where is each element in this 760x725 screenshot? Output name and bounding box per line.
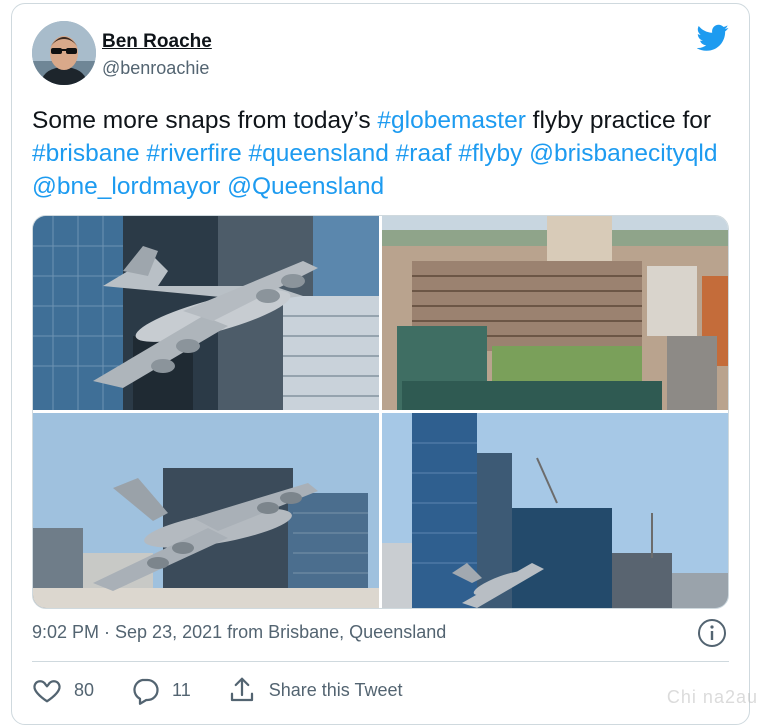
- tweet-card: Ben Roache @benroachie Some more snaps f…: [11, 3, 750, 725]
- hashtag-link[interactable]: #raaf: [396, 140, 452, 167]
- photo-2[interactable]: [382, 216, 728, 410]
- hashtag-link[interactable]: #globemaster: [377, 107, 525, 134]
- hashtag-link[interactable]: #brisbane: [32, 140, 140, 167]
- reply-bubble-icon: [133, 678, 159, 705]
- avatar[interactable]: [32, 21, 96, 85]
- share-upload-icon: [230, 677, 253, 702]
- tweet-text-segment: flyby practice for: [525, 107, 712, 134]
- tweet-timestamp[interactable]: 9:02 PM · Sep 23, 2021 from Brisbane, Qu…: [32, 622, 446, 643]
- divider: [32, 661, 729, 662]
- twitter-bird-icon[interactable]: [697, 24, 729, 52]
- photo-1[interactable]: [33, 216, 379, 410]
- hashtag-link[interactable]: #queensland: [249, 140, 389, 167]
- action-bar: 80 11 Share this Tweet: [32, 672, 438, 708]
- info-icon[interactable]: [697, 618, 727, 648]
- author-name[interactable]: Ben Roache: [102, 31, 212, 53]
- reply-count: 11: [172, 679, 191, 700]
- mention-link[interactable]: @bne_lordmayor: [32, 173, 220, 200]
- mention-link[interactable]: @Queensland: [227, 173, 384, 200]
- hashtag-link[interactable]: #flyby: [458, 140, 522, 167]
- reply-button[interactable]: 11: [130, 675, 191, 705]
- mention-link[interactable]: @brisbanecityqld: [529, 140, 717, 167]
- like-count: 80: [74, 679, 95, 700]
- author-handle[interactable]: @benroachie: [102, 58, 209, 79]
- tweet-text: Some more snaps from today’s #globemaste…: [32, 104, 732, 203]
- photo-4[interactable]: [382, 413, 728, 608]
- media-grid: [32, 215, 729, 609]
- share-label: Share this Tweet: [268, 679, 403, 700]
- photo-3[interactable]: [33, 413, 379, 608]
- tweet-text-segment: Some more snaps from today’s: [32, 107, 378, 134]
- heart-icon: [33, 680, 61, 703]
- hashtag-link[interactable]: #riverfire: [146, 140, 241, 167]
- watermark: Chi na2au: [666, 687, 758, 707]
- share-button[interactable]: Share this Tweet: [227, 675, 403, 705]
- like-button[interactable]: 80: [32, 675, 94, 705]
